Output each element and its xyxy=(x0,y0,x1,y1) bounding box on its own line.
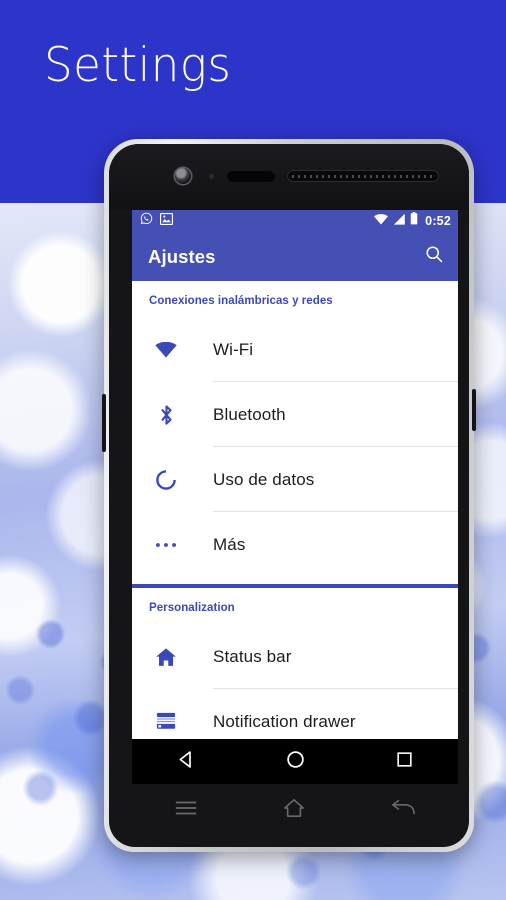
battery-icon xyxy=(410,212,418,230)
recents-button[interactable] xyxy=(395,750,414,774)
home-key[interactable] xyxy=(283,798,305,823)
cellular-signal-icon xyxy=(393,212,405,230)
list-item-label: Uso de datos xyxy=(213,469,315,489)
status-bar: 0:52 xyxy=(132,210,458,232)
app-toolbar: Ajustes xyxy=(132,232,458,281)
android-navigation-bar xyxy=(132,739,458,784)
list-item-label: Bluetooth xyxy=(213,404,286,424)
power-button[interactable] xyxy=(472,389,476,431)
list-item-bluetooth[interactable]: Bluetooth xyxy=(132,382,458,447)
back-key[interactable] xyxy=(391,799,415,822)
status-bar-clock: 0:52 xyxy=(425,214,451,228)
home-button[interactable] xyxy=(285,749,306,775)
back-button[interactable] xyxy=(176,749,197,775)
toolbar-title: Ajustes xyxy=(148,245,216,267)
image-icon xyxy=(159,212,174,230)
front-camera-icon xyxy=(175,168,191,184)
screenshot-canvas: Settings 0:52 Ajustes Conexiones inalámb… xyxy=(0,0,506,900)
settings-list: Conexiones inalámbricas y redes Wi-Fi Bl… xyxy=(132,281,458,739)
list-item-data-usage[interactable]: Uso de datos xyxy=(132,447,458,512)
phone-screen: 0:52 Ajustes Conexiones inalámbricas y r… xyxy=(132,210,458,739)
volume-button[interactable] xyxy=(102,394,106,452)
menu-key[interactable] xyxy=(175,799,197,822)
phone-body: 0:52 Ajustes Conexiones inalámbricas y r… xyxy=(109,144,469,847)
notification-drawer-icon xyxy=(149,712,183,732)
whatsapp-icon xyxy=(140,212,153,230)
earpiece-speaker-icon xyxy=(287,170,439,182)
list-item-label: Status bar xyxy=(213,646,292,666)
status-bar-system-icons: 0:52 xyxy=(374,212,451,230)
page-title: Settings xyxy=(44,38,232,93)
wifi-icon xyxy=(374,212,389,230)
list-item-status-bar[interactable]: Status bar xyxy=(132,624,458,689)
more-horizontal-icon xyxy=(149,541,183,549)
list-item-label: Notification drawer xyxy=(213,711,356,731)
list-item-notification-drawer[interactable]: Notification drawer xyxy=(132,689,458,739)
list-item-label: Más xyxy=(213,534,246,554)
bluetooth-icon xyxy=(149,403,183,427)
proximity-sensor-icon xyxy=(209,174,214,179)
capacitive-keys xyxy=(132,784,458,836)
section-header-wireless: Conexiones inalámbricas y redes xyxy=(149,295,333,307)
notification-led-icon xyxy=(227,171,275,182)
list-item-wifi[interactable]: Wi-Fi xyxy=(132,317,458,382)
phone-device: 0:52 Ajustes Conexiones inalámbricas y r… xyxy=(102,139,476,852)
list-item-label: Wi-Fi xyxy=(213,339,254,359)
data-usage-icon xyxy=(149,469,183,491)
section-header-personalization: Personalization xyxy=(149,602,235,614)
phone-top-bezel xyxy=(109,144,469,210)
status-bar-notifications xyxy=(140,212,174,230)
wifi-icon xyxy=(149,341,183,358)
toolbar-actions xyxy=(424,244,444,269)
search-icon[interactable] xyxy=(424,244,444,269)
home-icon xyxy=(149,647,183,667)
list-item-more[interactable]: Más xyxy=(132,512,458,577)
